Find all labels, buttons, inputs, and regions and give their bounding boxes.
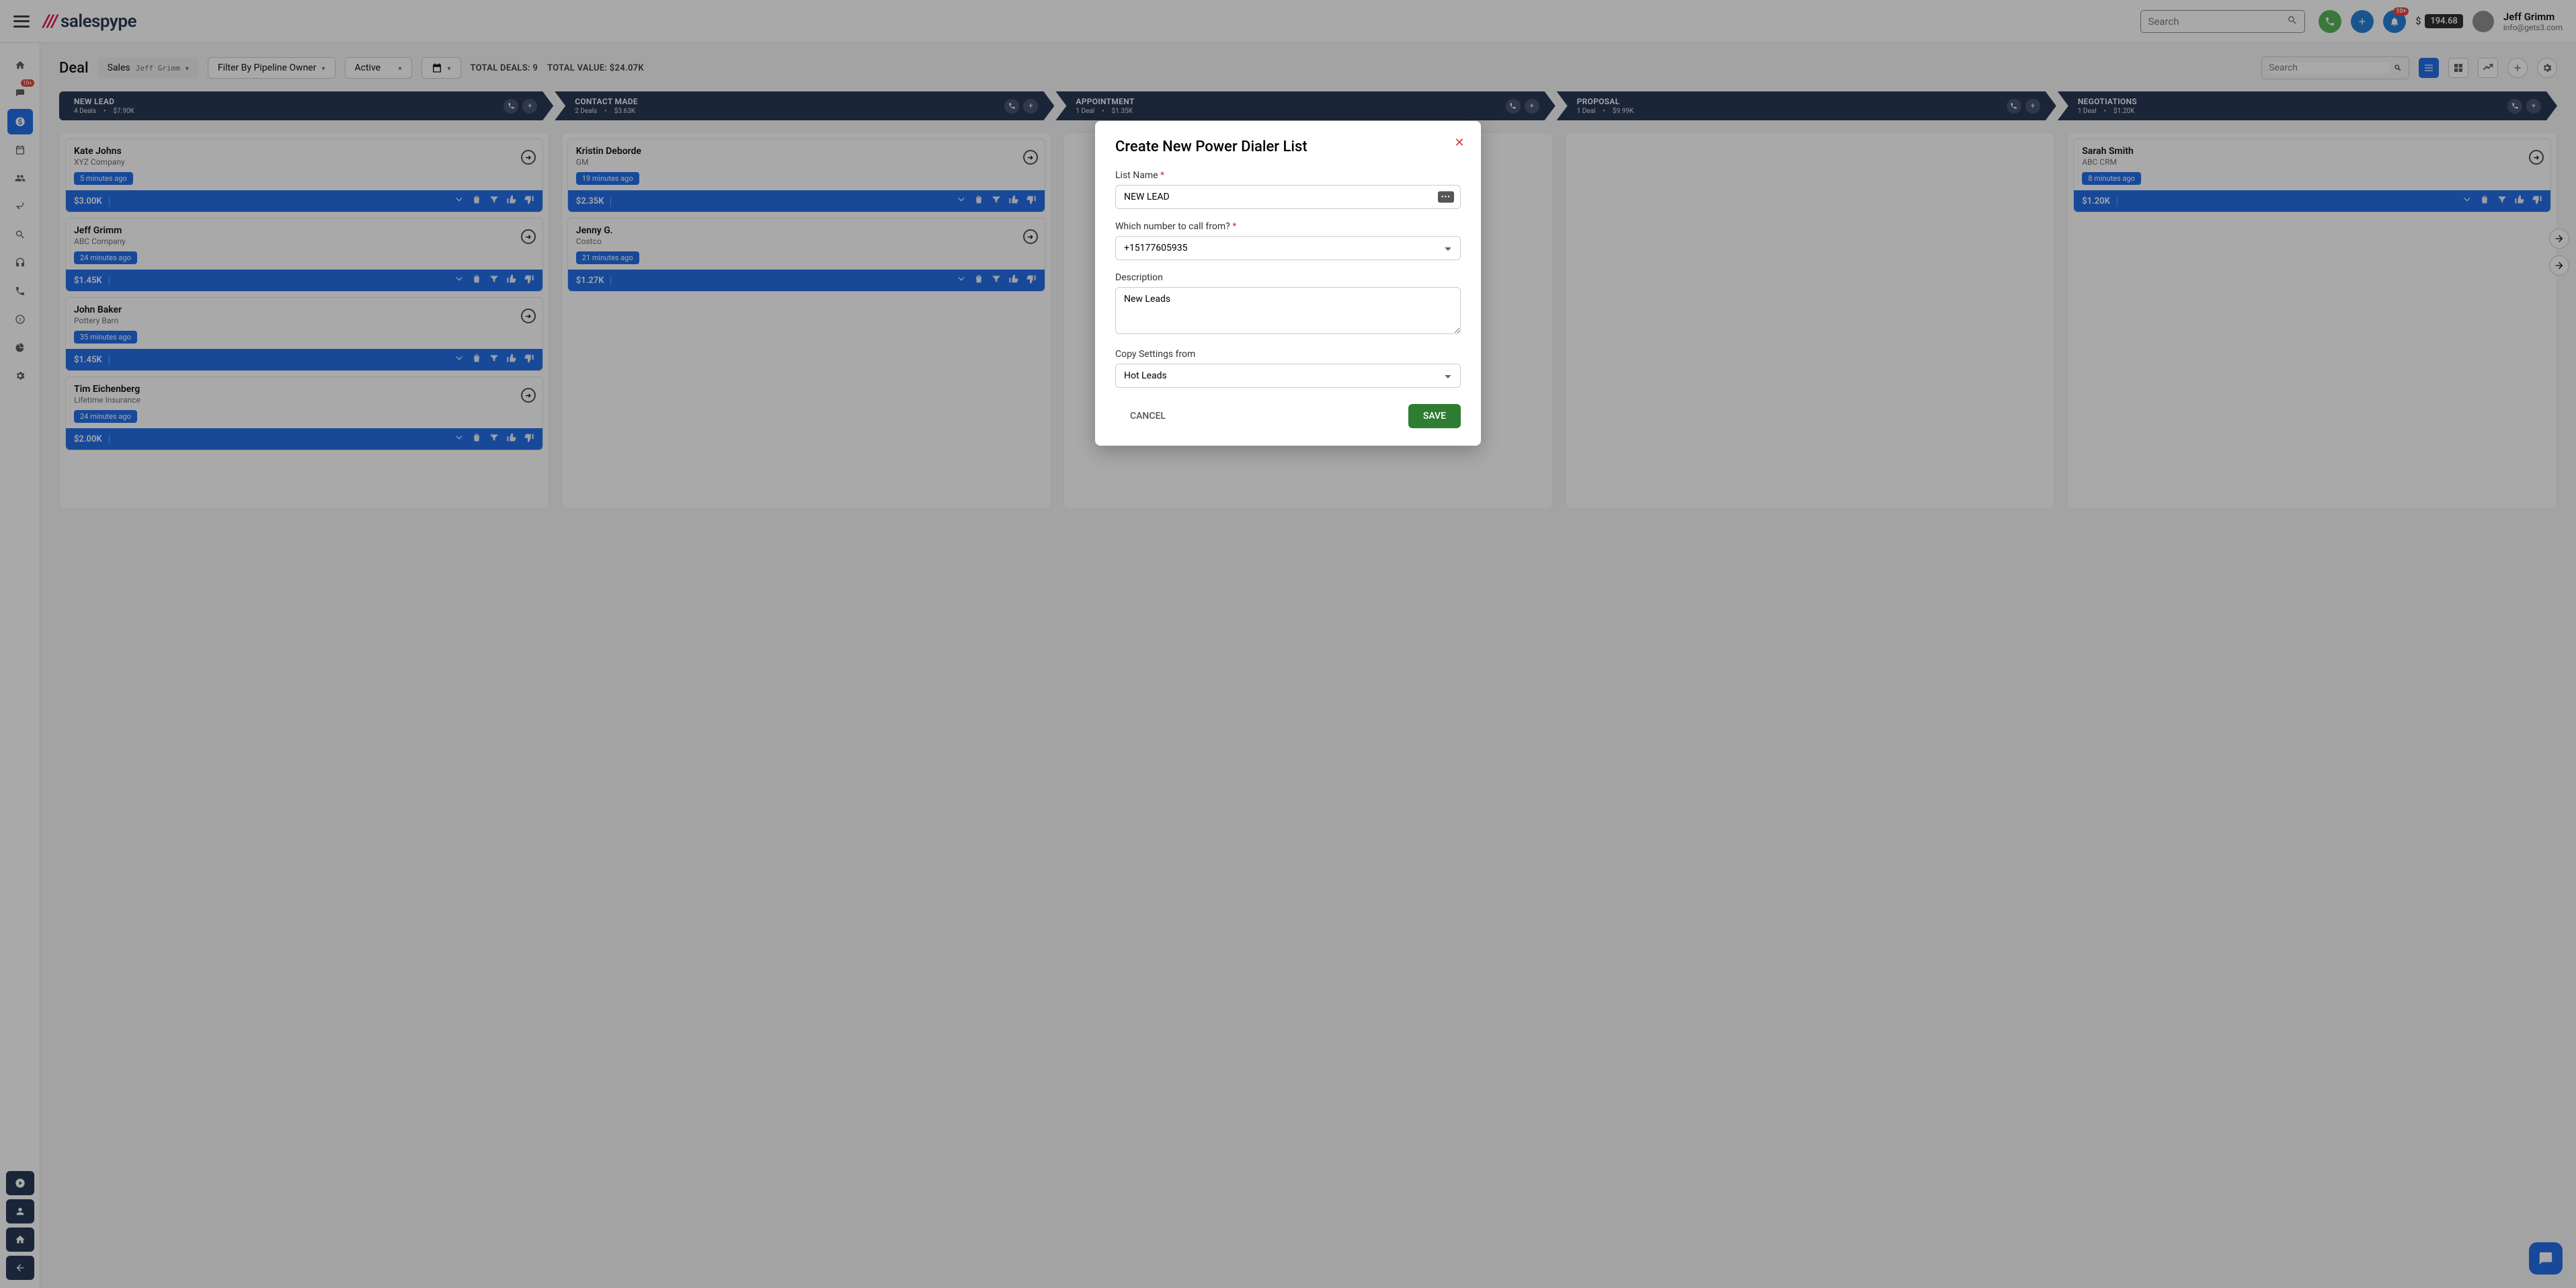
modal-overlay[interactable]: ✕ Create New Power Dialer List List Name… [0,0,2576,1288]
copy-settings-label: Copy Settings from [1115,349,1461,360]
description-textarea[interactable] [1115,287,1461,334]
description-label: Description [1115,272,1461,283]
cancel-button[interactable]: CANCEL [1115,404,1180,428]
save-button[interactable]: SAVE [1408,404,1461,428]
list-name-input[interactable] [1115,185,1461,209]
modal-title: Create New Power Dialer List [1115,138,1461,155]
copy-settings-select[interactable]: Hot Leads [1115,364,1461,388]
create-dialer-list-modal: ✕ Create New Power Dialer List List Name… [1095,121,1481,446]
call-from-select[interactable]: +15177605935 [1115,236,1461,260]
call-from-label: Which number to call from? * [1115,221,1461,232]
list-name-label: List Name * [1115,170,1461,181]
personalize-button[interactable]: ••• [1438,192,1454,203]
modal-close-button[interactable]: ✕ [1451,134,1467,151]
